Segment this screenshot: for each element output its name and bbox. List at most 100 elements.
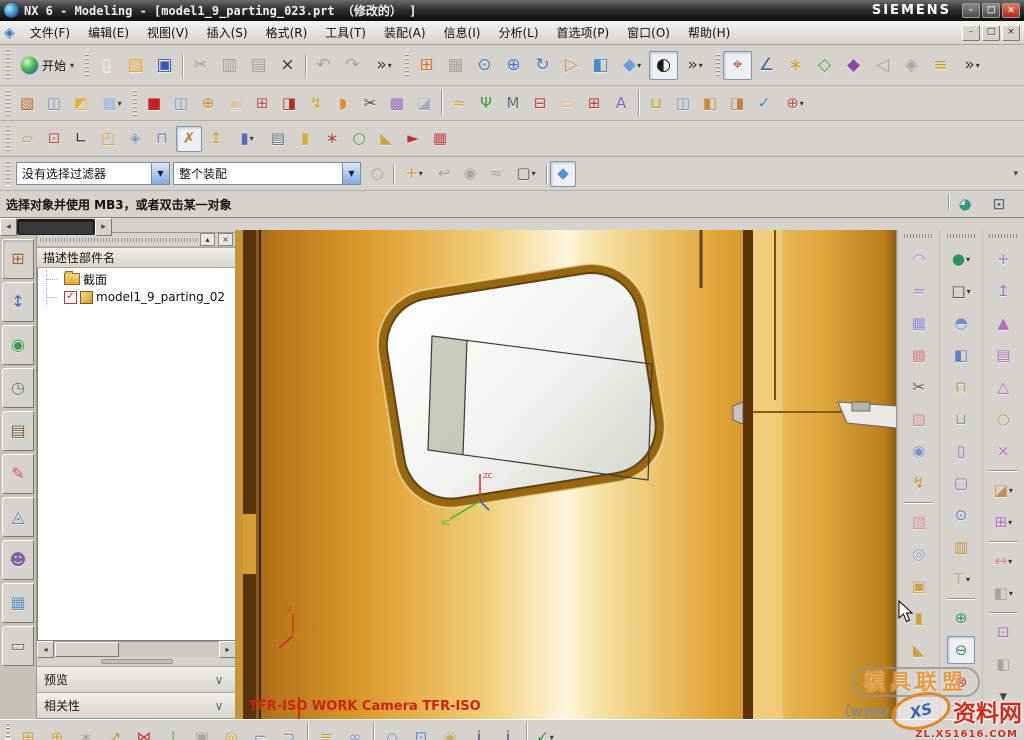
define-region-button[interactable]: ● (943, 245, 979, 273)
wcs-orient-button[interactable]: ∟ (68, 126, 94, 152)
insert-direction-button[interactable]: ⊟ (527, 90, 553, 116)
deformable-part-button[interactable]: ◉ (436, 724, 464, 740)
tab-integration[interactable]: ◬ (2, 497, 34, 537)
slider-right-button[interactable]: ▸ (95, 218, 112, 236)
ball-pin-button[interactable]: ○ (346, 126, 372, 152)
tree-item-model[interactable]: ✓ model1_9_parting_02 (38, 288, 235, 306)
status-window-icon[interactable]: ⊡ (986, 191, 1012, 217)
patch-surface-button[interactable]: ◎ (905, 540, 933, 568)
mold-components-button[interactable]: ◫ (670, 90, 696, 116)
open-box-button[interactable]: ⊔ (947, 405, 975, 433)
navigator-close-button[interactable]: × (218, 233, 233, 246)
snap-point-button[interactable]: ∗ (781, 51, 810, 80)
measure-button[interactable]: ≡ (926, 51, 955, 80)
sheet-pages-button[interactable]: ▯ (947, 437, 975, 465)
rectangle-select-button[interactable]: ▢ (509, 161, 543, 187)
menu-view[interactable]: 视图(V) (138, 21, 198, 44)
ejector-pin-button[interactable]: ▮ (292, 126, 318, 152)
assembly-constraints-button[interactable]: ⋈ (130, 724, 158, 740)
tab-web-browser[interactable]: ▦ (2, 583, 34, 623)
bounded-solid-button[interactable]: ◩ (68, 90, 94, 116)
toolbar-grip[interactable] (133, 90, 137, 116)
toolbar-grip[interactable] (6, 125, 10, 152)
mold-insert-button[interactable]: ◨ (276, 90, 302, 116)
mold-csys-button[interactable]: ◫ (168, 90, 194, 116)
toolbar-grip[interactable] (6, 49, 10, 81)
sequence-button[interactable]: ≡ (312, 724, 340, 740)
initialize-project-button[interactable]: ■ (141, 90, 167, 116)
wave-geometry-button[interactable]: ⊡ (407, 724, 435, 740)
titlebar-minimize-button[interactable]: – (962, 3, 980, 18)
toolbar-grip[interactable] (904, 234, 933, 238)
grid-point-button[interactable]: ⊡ (41, 126, 67, 152)
region-subtract-button[interactable]: ⊖ (947, 636, 975, 664)
tab-drawing-sheet[interactable]: ▭ (2, 626, 34, 666)
new-file-button[interactable]: ▯ (92, 51, 121, 80)
wave-target-button[interactable]: ⊡ (989, 618, 1017, 646)
corner-block-button[interactable]: ◰ (95, 126, 121, 152)
wedge-piece-button[interactable]: ◢ (905, 668, 933, 696)
lid-box-button[interactable]: ⊓ (947, 373, 975, 401)
validate-mold-button[interactable]: ✓ (751, 90, 777, 116)
slider-track[interactable] (17, 219, 95, 235)
ring-component-button[interactable]: ◎ (217, 724, 245, 740)
move-component-button[interactable]: ↗ (101, 724, 129, 740)
standard-part-button[interactable]: ▮ (230, 126, 264, 152)
toolbar-grip[interactable] (716, 54, 720, 77)
dependencies-section-bar[interactable]: 相关性 ∨ (37, 692, 236, 718)
hole-box-button[interactable]: ⊙ (947, 501, 975, 529)
menu-edit[interactable]: 编辑(E) (79, 21, 138, 44)
assembly-tree-button[interactable]: ∗ (319, 126, 345, 152)
pocket-button[interactable]: ▭ (554, 90, 580, 116)
layout-button[interactable]: ⊞ (412, 51, 441, 80)
new-component-button[interactable]: ⊕ (43, 724, 71, 740)
status-globe-icon[interactable]: ◕ (952, 191, 978, 217)
export-document-button[interactable]: ▱ (14, 126, 40, 152)
chevron-down-icon[interactable]: ▼ (151, 163, 169, 184)
start-button[interactable]: 开始 (14, 54, 81, 77)
panel-resize-handle[interactable] (37, 657, 236, 666)
dome-feature-button[interactable]: ◓ (947, 309, 975, 337)
wave-delete-button[interactable]: × (989, 437, 1017, 465)
striped-box-button[interactable]: ▥ (947, 533, 975, 561)
chain-button[interactable]: ∞ (341, 724, 369, 740)
table-feature-button[interactable]: ⊤ (943, 565, 979, 593)
verify-assembly-button[interactable]: ✓ (531, 724, 559, 740)
rounded-box-button[interactable]: ▢ (947, 469, 975, 497)
shrinkage-button[interactable]: ⊕ (195, 90, 221, 116)
selection-scope-dropdown[interactable]: 整个装配 ▼ (173, 162, 361, 185)
stamp-a-button[interactable]: A (608, 90, 634, 116)
zoom-button[interactable]: ⊕ (499, 51, 528, 80)
toolbar-grip[interactable] (6, 161, 10, 186)
region-remove-button[interactable]: ⊗ (947, 668, 975, 696)
tab-constraint-navigator[interactable]: ↕ (2, 282, 34, 322)
tab-part-navigator[interactable]: ◉ (2, 325, 34, 365)
define-rectangle-button[interactable]: □ (943, 277, 979, 305)
delete-button[interactable]: × (273, 51, 302, 80)
open-file-button[interactable]: ▨ (121, 51, 150, 80)
hole-grid-button[interactable]: ▦ (427, 126, 453, 152)
save-button[interactable]: ▣ (150, 51, 179, 80)
add-selection-button[interactable]: + (397, 161, 431, 187)
toolbar-grip[interactable] (989, 234, 1018, 238)
snap-overflow-button[interactable]: » (955, 51, 989, 80)
scroll-left-button[interactable]: ◂ (37, 641, 54, 658)
document-minimize-button[interactable]: – (962, 25, 980, 41)
mesh-surface-button[interactable]: ▩ (905, 341, 933, 369)
trim-snip-button[interactable]: ✂ (905, 373, 933, 401)
column-overflow-button[interactable]: ▾ (989, 682, 1017, 710)
material-button[interactable]: M (500, 90, 526, 116)
sketch-region-button[interactable]: ▧ (14, 90, 40, 116)
tab-history[interactable]: ◷ (2, 368, 34, 408)
flag-check-button[interactable]: ► (400, 126, 426, 152)
surface-inspect-button[interactable]: ◉ (905, 437, 933, 465)
mold-stack-button[interactable]: ≈ (446, 90, 472, 116)
tab-assembly-navigator[interactable]: ⊞ (2, 239, 34, 279)
wave-select-button[interactable]: ▲ (989, 309, 1017, 337)
layer-settings-button[interactable]: ◈ (122, 126, 148, 152)
corner-piece-button[interactable]: ◣ (905, 636, 933, 664)
dynamic-csys-button[interactable]: ⌖ (723, 51, 752, 80)
cavity-layout-button[interactable]: ⊞ (249, 90, 275, 116)
wrench-find-button[interactable]: ⊃ (275, 724, 303, 740)
cylinder-warning-button[interactable]: ○ (989, 405, 1017, 433)
